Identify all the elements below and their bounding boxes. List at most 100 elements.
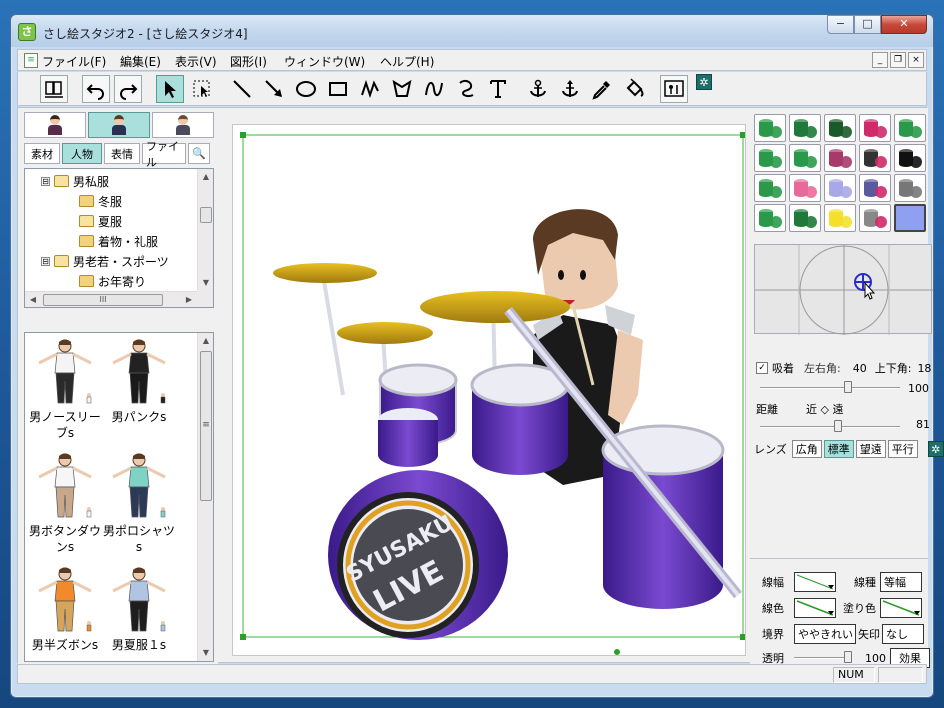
paint-bucket-tool-button[interactable] — [620, 75, 648, 103]
material-swatch[interactable] — [894, 174, 926, 202]
material-swatch[interactable] — [789, 144, 821, 172]
lens-standard-button[interactable]: 標準 — [823, 440, 854, 458]
freehand-tool-button[interactable] — [356, 75, 384, 103]
rotate-anchor-tool-button[interactable] — [524, 75, 552, 103]
balloon-tool-button[interactable] — [452, 75, 480, 103]
opacity-slider[interactable] — [794, 651, 852, 664]
text-tool-button[interactable] — [484, 75, 512, 103]
snap-checkbox[interactable]: ✓ — [756, 362, 768, 374]
border-dropdown[interactable]: ややきれい — [794, 624, 856, 644]
title-bar[interactable]: さ さし絵スタジオ2 - [さし絵スタジオ4] − □ ✕ — [11, 15, 933, 47]
menu-window[interactable]: ウィンドウ(W) — [284, 53, 365, 70]
line-tool-button[interactable] — [228, 75, 256, 103]
tree-item[interactable]: 夏服 — [79, 211, 122, 231]
line-width-swatch[interactable] — [794, 572, 836, 592]
material-swatch[interactable] — [824, 204, 856, 232]
ellipse-tool-button[interactable] — [292, 75, 320, 103]
frame-select-tool-button[interactable] — [188, 75, 216, 103]
gallery-item[interactable]: 男半ズボンs — [29, 565, 101, 661]
material-swatch[interactable] — [789, 174, 821, 202]
toolbar-settings-gear-icon[interactable]: ✲ — [696, 74, 712, 90]
scroll-up-icon[interactable]: ▲ — [198, 333, 213, 349]
material-swatch[interactable] — [754, 114, 786, 142]
gallery-vertical-scrollbar[interactable]: ▲ ≡ ▼ — [197, 333, 213, 661]
material-swatch[interactable] — [894, 204, 926, 232]
character-tab-male-young[interactable] — [88, 112, 150, 138]
tab-person[interactable]: 人物 — [62, 143, 102, 164]
menu-file[interactable]: ファイル(F) — [42, 53, 106, 70]
material-swatch[interactable] — [894, 144, 926, 172]
arrow-line-tool-button[interactable] — [260, 75, 288, 103]
line-color-swatch[interactable] — [794, 598, 836, 618]
material-swatch[interactable] — [754, 174, 786, 202]
material-swatch[interactable] — [894, 114, 926, 142]
close-button[interactable]: ✕ — [881, 15, 927, 34]
undo-button[interactable] — [82, 75, 110, 103]
mdi-restore-button[interactable]: ❐ — [890, 52, 906, 68]
redo-button[interactable] — [114, 75, 142, 103]
material-swatch[interactable] — [824, 144, 856, 172]
distance-slider[interactable] — [760, 420, 900, 432]
gallery-item[interactable]: 男ボタンダウンs — [29, 451, 101, 561]
tree-item[interactable]: 冬服 — [79, 191, 122, 211]
menu-view[interactable]: 表示(V) — [175, 53, 217, 70]
polygon-tool-button[interactable] — [388, 75, 416, 103]
material-swatch[interactable] — [859, 174, 891, 202]
maximize-button[interactable]: □ — [854, 15, 881, 34]
tree-item[interactable]: ⊟ 男私服 — [41, 171, 109, 191]
move-anchor-tool-button[interactable] — [556, 75, 584, 103]
app-icon[interactable]: さ — [18, 23, 36, 41]
rectangle-tool-button[interactable] — [324, 75, 352, 103]
tab-material[interactable]: 素材 — [24, 143, 60, 164]
material-swatch[interactable] — [824, 174, 856, 202]
scroll-up-icon[interactable]: ▲ — [198, 169, 213, 185]
scene-preview-button[interactable] — [660, 75, 688, 103]
curve-tool-button[interactable] — [420, 75, 448, 103]
slider-thumb[interactable] — [834, 420, 842, 432]
material-swatch[interactable] — [859, 144, 891, 172]
mdi-close-button[interactable]: × — [908, 52, 924, 68]
lens-tele-button[interactable]: 望遠 — [855, 440, 886, 458]
angle-slider[interactable] — [760, 381, 900, 393]
material-swatch[interactable] — [859, 204, 891, 232]
scrollbar-thumb[interactable]: III — [43, 294, 163, 306]
tree-item[interactable]: お年寄り — [79, 271, 146, 291]
gallery-item[interactable]: 男パンクs — [103, 337, 175, 447]
drawing-canvas[interactable]: SYUSAKU LIVE — [232, 124, 746, 656]
collapse-icon[interactable]: ⊟ — [41, 256, 50, 266]
fill-color-swatch[interactable] — [880, 598, 922, 618]
tab-file[interactable]: ファイル — [142, 140, 186, 169]
camera-control[interactable] — [754, 244, 933, 335]
material-swatch[interactable] — [754, 144, 786, 172]
character-tool-button[interactable] — [40, 75, 68, 103]
material-swatch[interactable] — [754, 204, 786, 232]
lens-parallel-button[interactable]: 平行 — [887, 440, 918, 458]
menu-edit[interactable]: 編集(E) — [120, 53, 161, 70]
select-tool-button[interactable] — [156, 75, 184, 103]
gallery-item[interactable]: 男夏服１s — [103, 565, 175, 661]
slider-thumb[interactable] — [844, 651, 852, 663]
material-swatch[interactable] — [789, 114, 821, 142]
line-type-dropdown[interactable]: 等幅 — [880, 572, 922, 592]
scroll-down-icon[interactable]: ▼ — [198, 645, 213, 661]
material-swatch[interactable] — [859, 114, 891, 142]
scrollbar-thumb[interactable]: ≡ — [200, 351, 212, 501]
material-swatch[interactable] — [789, 204, 821, 232]
material-swatch[interactable] — [824, 114, 856, 142]
menu-help[interactable]: ヘルプ(H) — [380, 53, 434, 70]
arrow-dropdown[interactable]: なし — [882, 624, 924, 644]
tab-expression[interactable]: 表情 — [104, 143, 140, 164]
scroll-down-icon[interactable]: ▼ — [198, 275, 213, 291]
gallery-item[interactable]: 男ポロシャツs — [103, 451, 175, 561]
tree-item[interactable]: ⊟ 男老若・スポーツ — [41, 251, 169, 271]
scrollbar-thumb[interactable] — [200, 207, 212, 223]
eyedropper-tool-button[interactable] — [588, 75, 616, 103]
menu-shape[interactable]: 図形(I) — [230, 53, 267, 70]
scroll-right-icon[interactable]: ▶ — [181, 292, 197, 307]
minimize-button[interactable]: − — [827, 15, 854, 34]
mdi-minimize-button[interactable]: _ — [872, 52, 888, 68]
tree-horizontal-scrollbar[interactable]: ◀ III ▶ — [25, 291, 197, 307]
collapse-icon[interactable]: ⊟ — [41, 176, 50, 186]
lens-wide-button[interactable]: 広角 — [791, 440, 822, 458]
search-icon[interactable]: 🔍 — [188, 143, 210, 164]
